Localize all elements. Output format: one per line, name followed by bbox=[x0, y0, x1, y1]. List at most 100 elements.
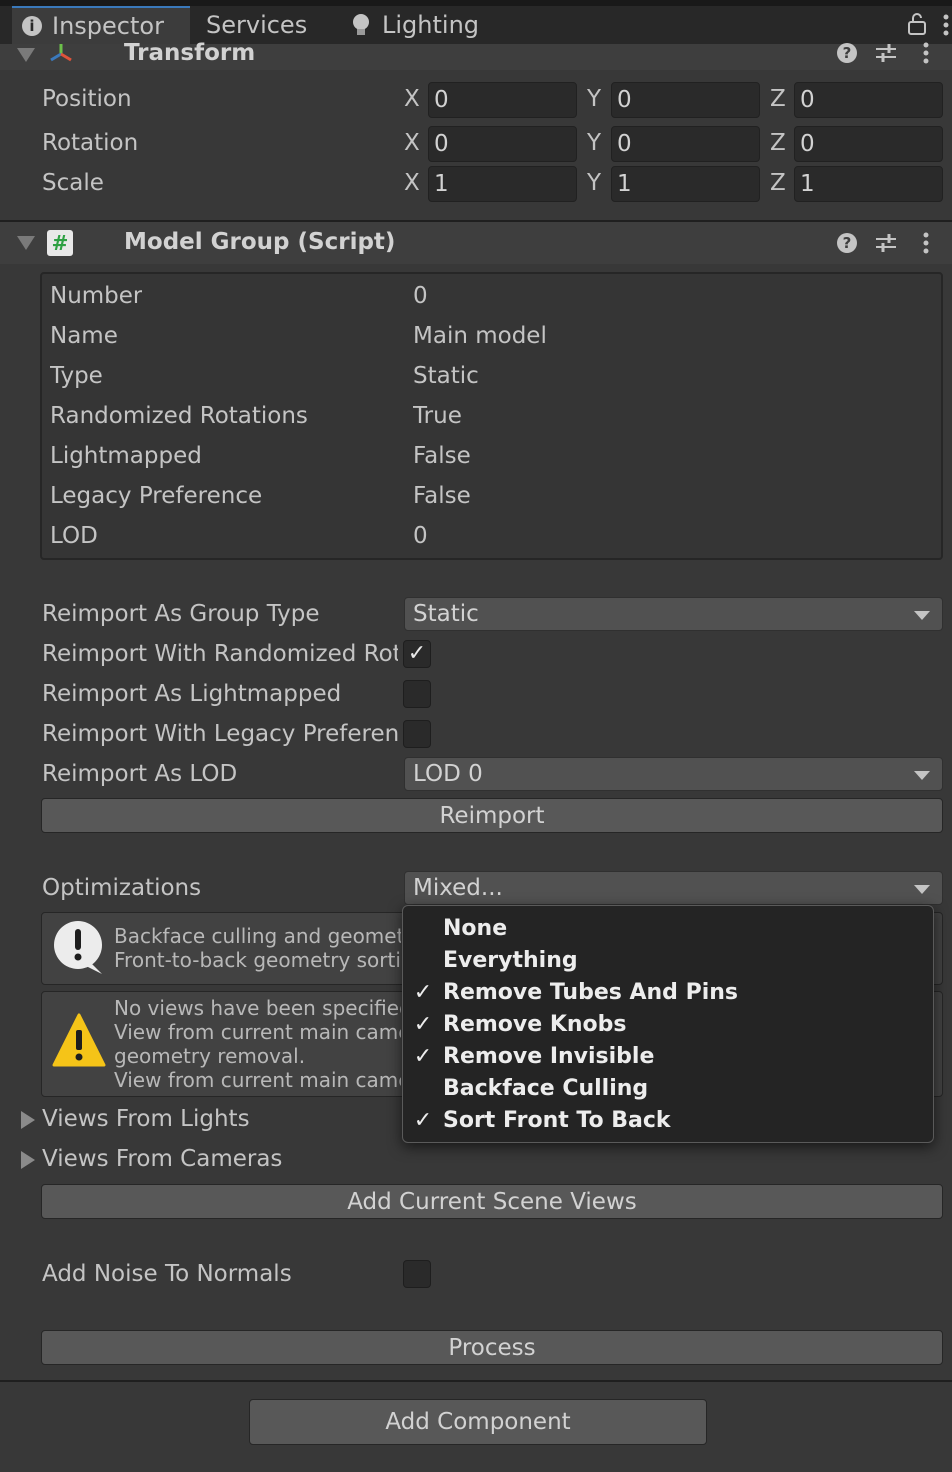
reimport-legacy-checkbox[interactable] bbox=[403, 720, 431, 748]
checkmark-icon: ✓ bbox=[413, 980, 433, 1005]
help-icon[interactable]: ? bbox=[836, 42, 858, 70]
dropdown-value: Static bbox=[413, 601, 479, 627]
tab-label: Services bbox=[206, 11, 308, 39]
rotation-z-field[interactable]: 0 bbox=[794, 126, 943, 162]
foldout-arrow-icon[interactable] bbox=[17, 236, 35, 250]
info-value: 0 bbox=[413, 283, 428, 309]
reimport-lightmapped-checkbox[interactable] bbox=[403, 680, 431, 708]
menu-item-none[interactable]: None bbox=[403, 913, 931, 945]
info-icon: i bbox=[22, 16, 42, 36]
info-label: Lightmapped bbox=[50, 443, 202, 469]
info-label: Number bbox=[50, 283, 143, 309]
dropdown-arrow-icon bbox=[914, 611, 930, 620]
menu-item-remove-knobs[interactable]: ✓ Remove Knobs bbox=[403, 1009, 931, 1041]
transform-icon bbox=[46, 42, 76, 72]
menu-item-remove-invisible[interactable]: ✓ Remove Invisible bbox=[403, 1041, 931, 1073]
menu-item-sort-front-to-back[interactable]: ✓ Sort Front To Back bbox=[403, 1105, 931, 1137]
axis-x-label[interactable]: X bbox=[404, 86, 420, 112]
optimizations-label: Optimizations bbox=[42, 875, 202, 901]
more-icon[interactable] bbox=[942, 14, 950, 42]
dropdown-value: LOD 0 bbox=[413, 761, 483, 787]
info-label: Legacy Preference bbox=[50, 483, 263, 509]
help-text: View from current main came bbox=[114, 1020, 401, 1044]
dropdown-value: Mixed... bbox=[413, 875, 503, 901]
axis-x-label[interactable]: X bbox=[404, 130, 420, 156]
reimport-lightmapped-label: Reimport As Lightmapped bbox=[42, 681, 342, 707]
tab-inspector[interactable]: i Inspector bbox=[12, 6, 190, 44]
foldout-arrow-icon[interactable] bbox=[17, 48, 35, 62]
foldout-arrow-icon[interactable] bbox=[21, 1151, 35, 1169]
position-z-field[interactable]: 0 bbox=[794, 82, 943, 118]
foldout-arrow-icon[interactable] bbox=[21, 1111, 35, 1129]
axis-y-label[interactable]: Y bbox=[587, 86, 601, 112]
warning-icon bbox=[52, 1012, 106, 1074]
axis-z-label[interactable]: Z bbox=[770, 86, 786, 112]
info-value: True bbox=[413, 403, 462, 429]
reimport-button[interactable]: Reimport bbox=[41, 798, 943, 833]
menu-item-remove-tubes-pins[interactable]: ✓ Remove Tubes And Pins bbox=[403, 977, 931, 1009]
position-label: Position bbox=[42, 86, 132, 112]
info-label: Type bbox=[50, 363, 103, 389]
menu-item-everything[interactable]: Everything bbox=[403, 945, 931, 977]
dropdown-arrow-icon bbox=[914, 885, 930, 894]
help-text: Backface culling and geometr bbox=[114, 924, 401, 948]
noise-normals-label: Add Noise To Normals bbox=[42, 1261, 292, 1287]
reimport-randomized-label: Reimport With Randomized Rota bbox=[42, 641, 398, 667]
checkmark-icon: ✓ bbox=[413, 1012, 433, 1037]
axis-z-label[interactable]: Z bbox=[770, 170, 786, 196]
axis-y-label[interactable]: Y bbox=[587, 170, 601, 196]
info-value: Static bbox=[413, 363, 479, 389]
help-text: Front-to-back geometry sorti bbox=[114, 948, 401, 972]
info-label: Name bbox=[50, 323, 118, 349]
tab-services[interactable]: Services bbox=[206, 6, 307, 44]
svg-text:?: ? bbox=[843, 234, 852, 252]
group-type-dropdown[interactable]: Static bbox=[404, 597, 943, 631]
add-scene-views-button[interactable]: Add Current Scene Views bbox=[41, 1184, 943, 1219]
script-icon: # bbox=[47, 230, 73, 256]
help-text: View from current main came bbox=[114, 1068, 401, 1092]
position-x-field[interactable]: 0 bbox=[428, 82, 577, 118]
views-from-lights-foldout[interactable]: Views From Lights bbox=[42, 1106, 250, 1132]
checkmark-icon: ✓ bbox=[413, 1108, 433, 1133]
scale-label: Scale bbox=[42, 170, 104, 196]
svg-text:?: ? bbox=[843, 44, 852, 62]
position-y-field[interactable]: 0 bbox=[611, 82, 760, 118]
optimizations-menu: None Everything ✓ Remove Tubes And Pins … bbox=[402, 905, 934, 1143]
optimizations-dropdown[interactable]: Mixed... bbox=[404, 871, 943, 905]
lock-icon[interactable] bbox=[906, 12, 928, 42]
rotation-y-field[interactable]: 0 bbox=[611, 126, 760, 162]
info-label: Randomized Rotations bbox=[50, 403, 308, 429]
help-icon[interactable]: ? bbox=[836, 232, 858, 260]
menu-item-backface-culling[interactable]: Backface Culling bbox=[403, 1073, 931, 1105]
transform-title: Transform bbox=[124, 40, 256, 66]
process-button[interactable]: Process bbox=[41, 1330, 943, 1365]
reimport-legacy-label: Reimport With Legacy Preferenc bbox=[42, 721, 398, 747]
scale-z-field[interactable]: 1 bbox=[794, 166, 943, 202]
noise-normals-checkbox[interactable] bbox=[403, 1260, 431, 1288]
tab-lighting[interactable]: Lighting bbox=[352, 6, 479, 44]
views-from-cameras-foldout[interactable]: Views From Cameras bbox=[42, 1146, 282, 1172]
help-text: No views have been specified bbox=[114, 996, 401, 1020]
context-menu-icon[interactable] bbox=[922, 232, 930, 260]
context-menu-icon[interactable] bbox=[922, 42, 930, 70]
reimport-randomized-checkbox[interactable]: ✓ bbox=[403, 640, 431, 668]
tab-label: Lighting bbox=[382, 11, 480, 39]
info-value: False bbox=[413, 483, 471, 509]
info-value: 0 bbox=[413, 523, 428, 549]
scale-x-field[interactable]: 1 bbox=[428, 166, 577, 202]
preset-icon[interactable] bbox=[874, 42, 898, 70]
info-value: Main model bbox=[413, 323, 547, 349]
add-component-button[interactable]: Add Component bbox=[249, 1399, 707, 1445]
axis-z-label[interactable]: Z bbox=[770, 130, 786, 156]
axis-y-label[interactable]: Y bbox=[587, 130, 601, 156]
section-divider bbox=[0, 1380, 952, 1382]
lod-dropdown[interactable]: LOD 0 bbox=[404, 757, 943, 791]
checkmark-icon: ✓ bbox=[413, 1044, 433, 1069]
scale-y-field[interactable]: 1 bbox=[611, 166, 760, 202]
rotation-x-field[interactable]: 0 bbox=[428, 126, 577, 162]
axis-x-label[interactable]: X bbox=[404, 170, 420, 196]
dropdown-arrow-icon bbox=[914, 771, 930, 780]
rotation-label: Rotation bbox=[42, 130, 139, 156]
help-text: geometry removal. bbox=[114, 1044, 306, 1068]
preset-icon[interactable] bbox=[874, 232, 898, 260]
